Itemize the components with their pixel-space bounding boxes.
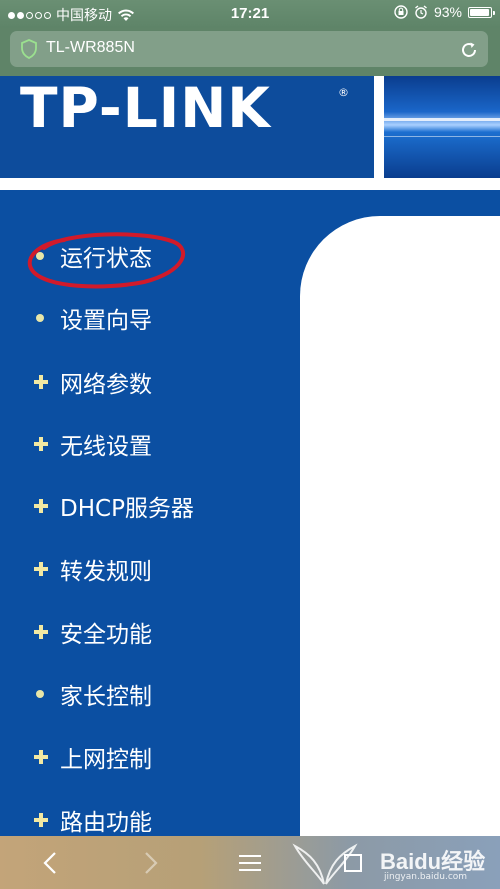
tabs-icon[interactable] xyxy=(338,848,368,878)
plus-icon xyxy=(34,813,48,827)
tp-link-logo: TP-LINK xyxy=(20,76,271,140)
baidu-watermark-url: jingyan.baidu.com xyxy=(384,872,468,882)
forward-icon[interactable] xyxy=(135,848,165,878)
content-pane xyxy=(300,216,500,836)
sidebar-item-label: 上网控制 xyxy=(60,747,152,773)
sidebar-item-label: 路由功能 xyxy=(60,810,152,836)
sidebar-item-label: 网络参数 xyxy=(60,372,152,398)
sidebar-item-label: 家长控制 xyxy=(60,684,152,710)
banner-separator xyxy=(0,178,500,190)
reload-icon[interactable] xyxy=(458,39,480,61)
plus-icon xyxy=(34,499,48,513)
shield-icon xyxy=(21,39,37,59)
plus-icon xyxy=(34,375,48,389)
plus-icon xyxy=(34,625,48,639)
plus-icon xyxy=(34,562,48,576)
status-right: 93% xyxy=(394,4,495,20)
bullet-dot-icon xyxy=(36,314,44,322)
sidebar-item[interactable]: 安全功能 xyxy=(34,612,152,652)
battery-fill xyxy=(470,8,489,16)
sidebar-item-label: 安全功能 xyxy=(60,622,152,648)
sidebar-item-label: DHCP服务器 xyxy=(60,496,194,522)
address-bar-area: TL-WR885N xyxy=(0,28,500,76)
sidebar-item[interactable]: 家长控制 xyxy=(34,674,152,714)
alarm-icon xyxy=(415,5,427,19)
registered-mark: ® xyxy=(338,86,349,99)
sidebar-item[interactable]: 上网控制 xyxy=(34,737,152,777)
sidebar-item-label: 设置向导 xyxy=(60,308,152,334)
plus-icon xyxy=(34,750,48,764)
status-bar: 中国移动 17:21 93% xyxy=(0,0,500,28)
plus-icon xyxy=(34,437,48,451)
back-icon[interactable] xyxy=(36,848,66,878)
sidebar-item[interactable]: 网络参数 xyxy=(34,362,152,402)
sidebar-item[interactable]: 设置向导 xyxy=(34,298,152,338)
red-circle-annotation xyxy=(27,232,186,289)
sidebar-item[interactable]: 转发规则 xyxy=(34,549,152,589)
sidebar-item-label: 无线设置 xyxy=(60,434,152,460)
orientation-lock-icon xyxy=(394,5,408,19)
bullet-dot-icon xyxy=(36,690,44,698)
banner: TP-LINK ® xyxy=(0,76,500,178)
browser-toolbar: Baidu经验 jingyan.baidu.com xyxy=(0,836,500,889)
sidebar-item[interactable]: DHCP服务器 xyxy=(34,486,194,526)
sidebar-item[interactable]: 无线设置 xyxy=(34,424,152,464)
banner-divider xyxy=(374,76,384,178)
router-admin-page: TP-LINK ® 运行状态 设置向导 网络参数 无线设置 DHCP服务器 转发规则 安全功… xyxy=(0,76,500,836)
sidebar-item-label: 转发规则 xyxy=(60,559,152,585)
battery-percent: 93% xyxy=(433,4,462,20)
url-text[interactable]: TL-WR885N xyxy=(46,39,135,57)
banner-graphic xyxy=(384,76,500,178)
menu-icon[interactable] xyxy=(235,848,265,878)
address-bar[interactable]: TL-WR885N xyxy=(10,31,488,67)
battery-icon xyxy=(468,6,495,18)
sidebar-item[interactable]: 路由功能 xyxy=(34,800,152,836)
